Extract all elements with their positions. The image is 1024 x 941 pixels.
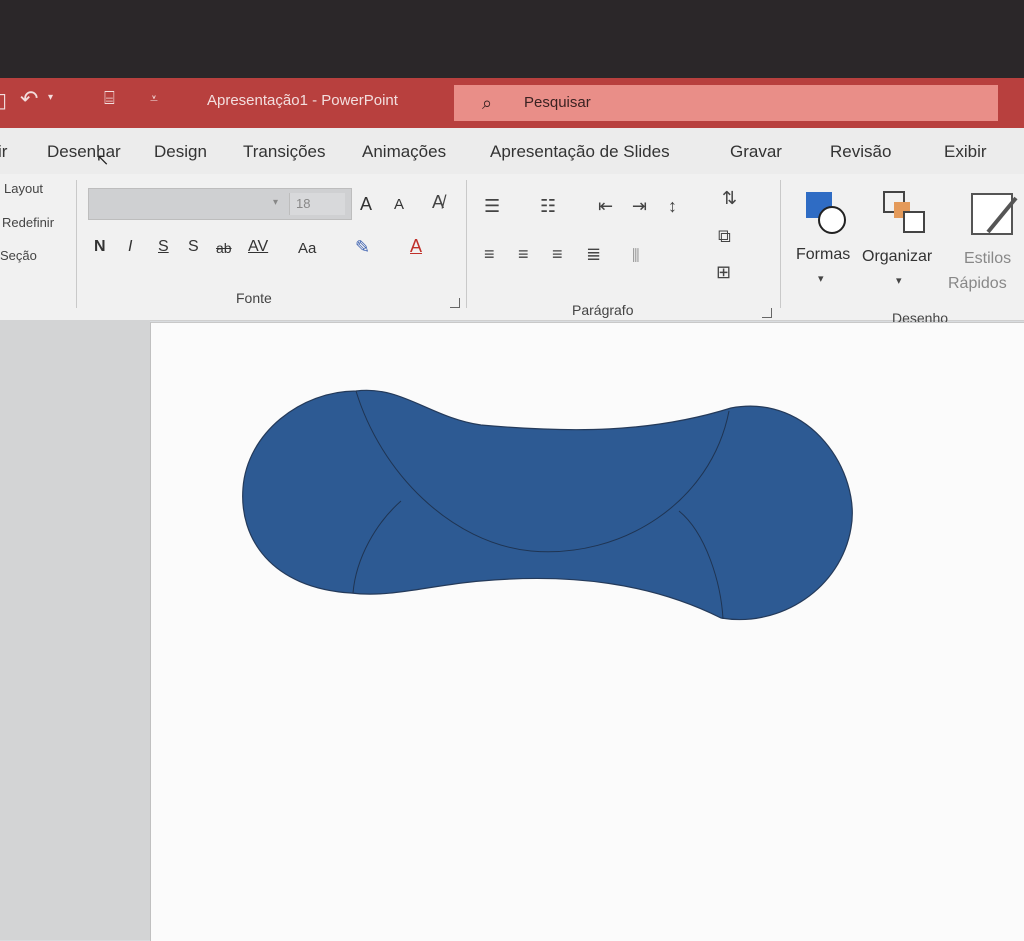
font-color-icon[interactable]: A — [410, 236, 422, 257]
shadow-button[interactable]: S — [188, 238, 199, 256]
formas-dropdown-icon[interactable]: ▾ — [818, 272, 824, 285]
slide-thumbnail-pane[interactable] — [0, 320, 150, 940]
clear-formatting-icon[interactable]: A̸ — [432, 192, 444, 213]
undo-dropdown-icon[interactable]: ▾ — [48, 92, 53, 103]
estilos-button[interactable]: Estilos — [964, 250, 1011, 268]
tab-transicoes[interactable]: Transições — [243, 142, 326, 162]
paragrafo-launcher-icon[interactable] — [762, 308, 772, 318]
font-dropdown-icon[interactable]: ▾ — [273, 197, 278, 208]
increase-indent-icon[interactable]: ⇥ — [632, 196, 647, 217]
group-separator — [76, 180, 77, 308]
highlight-icon[interactable]: ✎ — [355, 237, 370, 258]
smartart-icon[interactable]: ⊞ — [716, 262, 731, 283]
columns-icon[interactable]: ⫴ — [632, 246, 640, 267]
paragrafo-group-label: Parágrafo — [572, 302, 634, 318]
group-separator — [780, 180, 781, 308]
text-direction-icon[interactable]: ⇅ — [722, 188, 737, 209]
ribbon: Layout Redefinir Seção ▾ 18 A A A̸ N I S… — [0, 174, 1024, 326]
organizar-dropdown-icon[interactable]: ▾ — [896, 274, 902, 287]
tab-design[interactable]: Design — [154, 142, 207, 162]
window-title: Apresentação1 - PowerPoint — [207, 92, 398, 109]
shape-drawing — [242, 389, 853, 620]
secao-button[interactable]: Seção — [0, 248, 37, 263]
strikethrough-button[interactable]: ab — [216, 240, 232, 256]
tab-animacoes[interactable]: Animações — [362, 142, 446, 162]
layout-button[interactable]: Layout — [4, 181, 43, 196]
ribbon-tabs: ir Desenhar Design Transições Animações … — [0, 128, 1024, 174]
customize-toolbar-icon[interactable]: ⩡ — [150, 90, 158, 107]
tab-revisao[interactable]: Revisão — [830, 142, 891, 162]
align-center-icon[interactable]: ≡ — [518, 244, 529, 265]
arrange-icon[interactable] — [882, 190, 928, 236]
font-name-field[interactable]: ▾ 18 — [88, 188, 352, 220]
tab-inserir[interactable]: ir — [0, 142, 7, 162]
redefinir-button[interactable]: Redefinir — [2, 215, 54, 230]
tab-exibir[interactable]: Exibir — [944, 142, 987, 162]
organizar-button[interactable]: Organizar — [862, 248, 932, 266]
mouse-cursor-icon: ↖ — [96, 152, 110, 169]
rapidos-label: Rápidos — [948, 275, 1007, 292]
presentation-start-icon[interactable]: ⌸ — [104, 88, 115, 109]
align-right-icon[interactable]: ≡ — [552, 244, 563, 265]
bullets-icon[interactable]: ☰ — [484, 196, 500, 217]
monitor-bezel — [0, 0, 1024, 78]
align-left-icon[interactable]: ≡ — [484, 244, 495, 265]
decrease-indent-icon[interactable]: ⇤ — [598, 196, 613, 217]
tab-apresentacao-slides[interactable]: Apresentação de Slides — [490, 142, 670, 162]
search-box[interactable]: ⌕ Pesquisar — [454, 85, 998, 121]
tab-desenhar[interactable]: Desenhar — [47, 142, 121, 162]
group-separator — [466, 180, 467, 308]
fonte-launcher-icon[interactable] — [450, 298, 460, 308]
formas-button[interactable]: Formas — [796, 246, 850, 264]
numbering-icon[interactable]: ☷ — [540, 196, 556, 217]
save-icon[interactable]: ▯ — [0, 88, 7, 113]
grow-font-button[interactable]: A — [360, 194, 372, 215]
underline-button[interactable]: S — [158, 238, 169, 256]
bold-button[interactable]: N — [94, 238, 106, 256]
italic-button[interactable]: I — [128, 238, 132, 256]
merged-shape[interactable] — [242, 389, 853, 620]
justify-icon[interactable]: ≣ — [586, 244, 601, 265]
font-size-field[interactable]: 18 — [289, 193, 345, 215]
line-spacing-icon[interactable]: ↕ — [668, 196, 677, 217]
shapes-icon[interactable] — [804, 190, 850, 236]
tab-gravar[interactable]: Gravar — [730, 142, 782, 162]
change-case-button[interactable]: Aa — [298, 240, 316, 257]
search-icon: ⌕ — [482, 93, 493, 113]
quick-styles-icon[interactable] — [970, 192, 1020, 238]
search-placeholder: Pesquisar — [524, 94, 591, 111]
align-text-icon[interactable]: ⧉ — [718, 226, 731, 247]
undo-icon[interactable]: ↶ — [20, 86, 38, 112]
slide-canvas[interactable] — [150, 322, 1024, 941]
shrink-font-button[interactable]: A — [394, 196, 404, 213]
char-spacing-button[interactable]: AV — [248, 238, 268, 256]
fonte-group-label: Fonte — [236, 290, 272, 306]
